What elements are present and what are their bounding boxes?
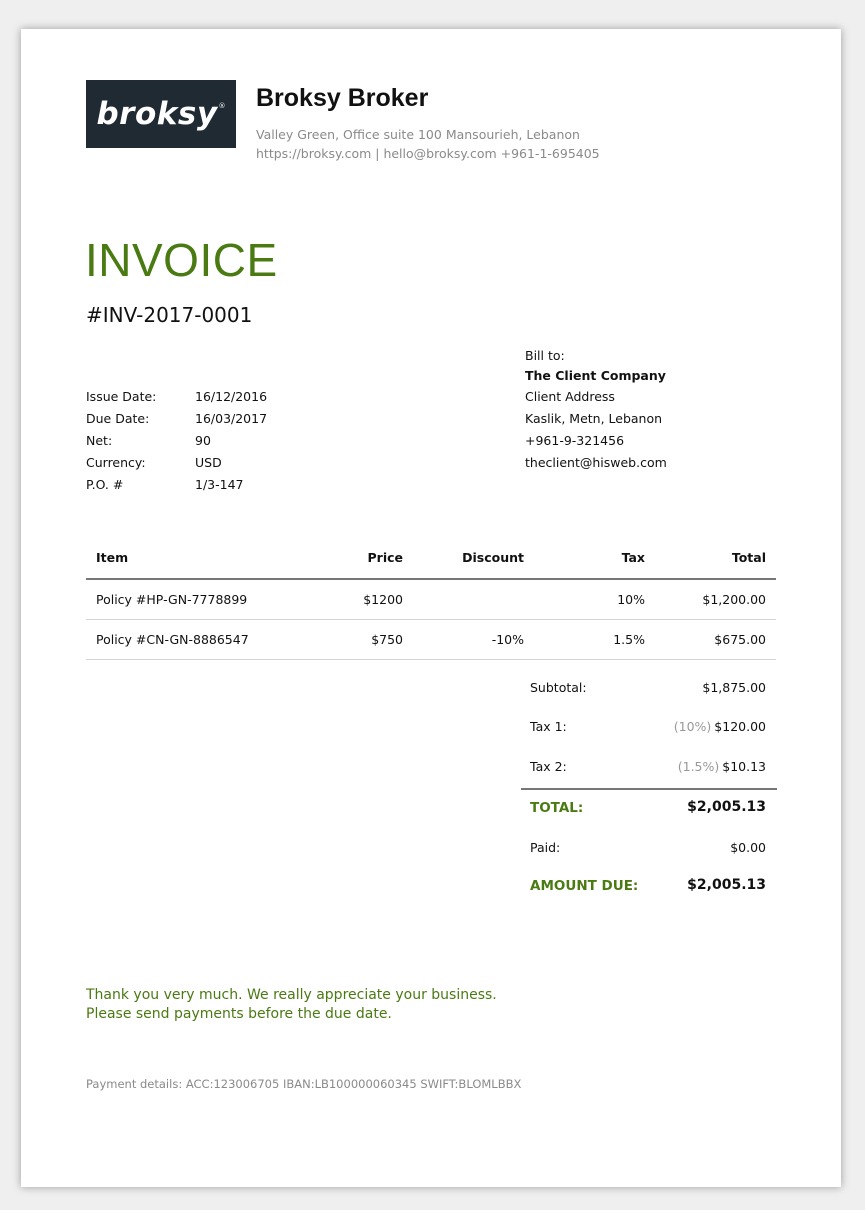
tax2-label: Tax 2: xyxy=(530,759,567,774)
line-items-table: Item Price Discount Tax Total Policy #HP… xyxy=(86,537,776,660)
tax2-rate: (1.5%) xyxy=(677,759,720,774)
total-value: $2,005.13 xyxy=(687,799,766,815)
subtotal-value: $1,875.00 xyxy=(702,680,766,695)
table-row: Policy #CN-GN-8886547 $750 -10% 1.5% $67… xyxy=(86,619,776,660)
bill-to-email: theclient@hisweb.com xyxy=(525,455,667,470)
thank-you-message: Thank you very much. We really appreciat… xyxy=(86,987,497,1003)
currency-label: Currency: xyxy=(86,455,146,470)
bill-to-company: The Client Company xyxy=(525,368,666,383)
table-row: Policy #HP-GN-7778899 $1200 10% $1,200.0… xyxy=(86,579,776,620)
item-cell: Policy #HP-GN-7778899 xyxy=(86,579,276,620)
discount-cell xyxy=(413,579,534,620)
company-name: Broksy Broker xyxy=(256,84,429,112)
company-address: Valley Green, Office suite 100 Mansourie… xyxy=(256,127,580,142)
paid-label: Paid: xyxy=(530,840,561,855)
total-label: TOTAL: xyxy=(530,800,584,816)
tax1-label: Tax 1: xyxy=(530,719,567,734)
tax1-value: $120.00 xyxy=(714,719,766,734)
column-header-price: Price xyxy=(276,537,413,580)
currency-value: USD xyxy=(195,455,222,470)
company-logo: broksy ® xyxy=(86,80,236,148)
item-cell: Policy #CN-GN-8886547 xyxy=(86,619,276,660)
tax2-value: $10.13 xyxy=(722,759,766,774)
table-header-row: Item Price Discount Tax Total xyxy=(86,537,776,580)
total-cell: $675.00 xyxy=(655,619,776,660)
discount-cell: -10% xyxy=(413,619,534,660)
bill-to-phone: +961-9-321456 xyxy=(525,433,625,448)
bill-to-heading: Bill to: xyxy=(525,348,565,363)
subtotal-label: Subtotal: xyxy=(530,680,587,695)
net-value: 90 xyxy=(195,433,211,448)
logo-registered-mark: ® xyxy=(218,102,226,110)
tax1-rate: (10%) xyxy=(673,719,712,734)
po-value: 1/3-147 xyxy=(195,477,244,492)
tax-cell: 1.5% xyxy=(534,619,655,660)
tax2-amount: (1.5%) $10.13 xyxy=(678,759,766,774)
paid-value: $0.00 xyxy=(730,840,766,855)
net-label: Net: xyxy=(86,433,113,448)
tax-cell: 10% xyxy=(534,579,655,620)
payment-details: Payment details: ACC:123006705 IBAN:LB10… xyxy=(86,1077,522,1091)
bill-to-address: Client Address xyxy=(525,389,615,404)
column-header-item: Item xyxy=(86,537,276,580)
company-contact: https://broksy.com | hello@broksy.com +9… xyxy=(256,146,600,161)
payment-reminder: Please send payments before the due date… xyxy=(86,1006,392,1022)
po-label: P.O. # xyxy=(86,477,124,492)
issue-date-value: 16/12/2016 xyxy=(195,389,268,404)
column-header-tax: Tax xyxy=(534,537,655,580)
logo-wordmark: broksy xyxy=(96,96,218,132)
due-date-label: Due Date: xyxy=(86,411,150,426)
amount-due-value: $2,005.13 xyxy=(687,877,766,893)
price-cell: $750 xyxy=(276,619,413,660)
column-header-total: Total xyxy=(655,537,776,580)
invoice-number: #INV-2017-0001 xyxy=(86,303,253,327)
invoice-title: INVOICE xyxy=(85,234,278,286)
column-header-discount: Discount xyxy=(413,537,534,580)
invoice-page: broksy ® Broksy Broker Valley Green, Offi… xyxy=(21,29,841,1187)
amount-due-label: AMOUNT DUE: xyxy=(530,878,639,894)
bill-to-city: Kaslik, Metn, Lebanon xyxy=(525,411,663,426)
total-divider xyxy=(521,788,777,790)
tax1-amount: (10%) $120.00 xyxy=(674,719,766,734)
due-date-value: 16/03/2017 xyxy=(195,411,268,426)
total-cell: $1,200.00 xyxy=(655,579,776,620)
issue-date-label: Issue Date: xyxy=(86,389,157,404)
price-cell: $1200 xyxy=(276,579,413,620)
